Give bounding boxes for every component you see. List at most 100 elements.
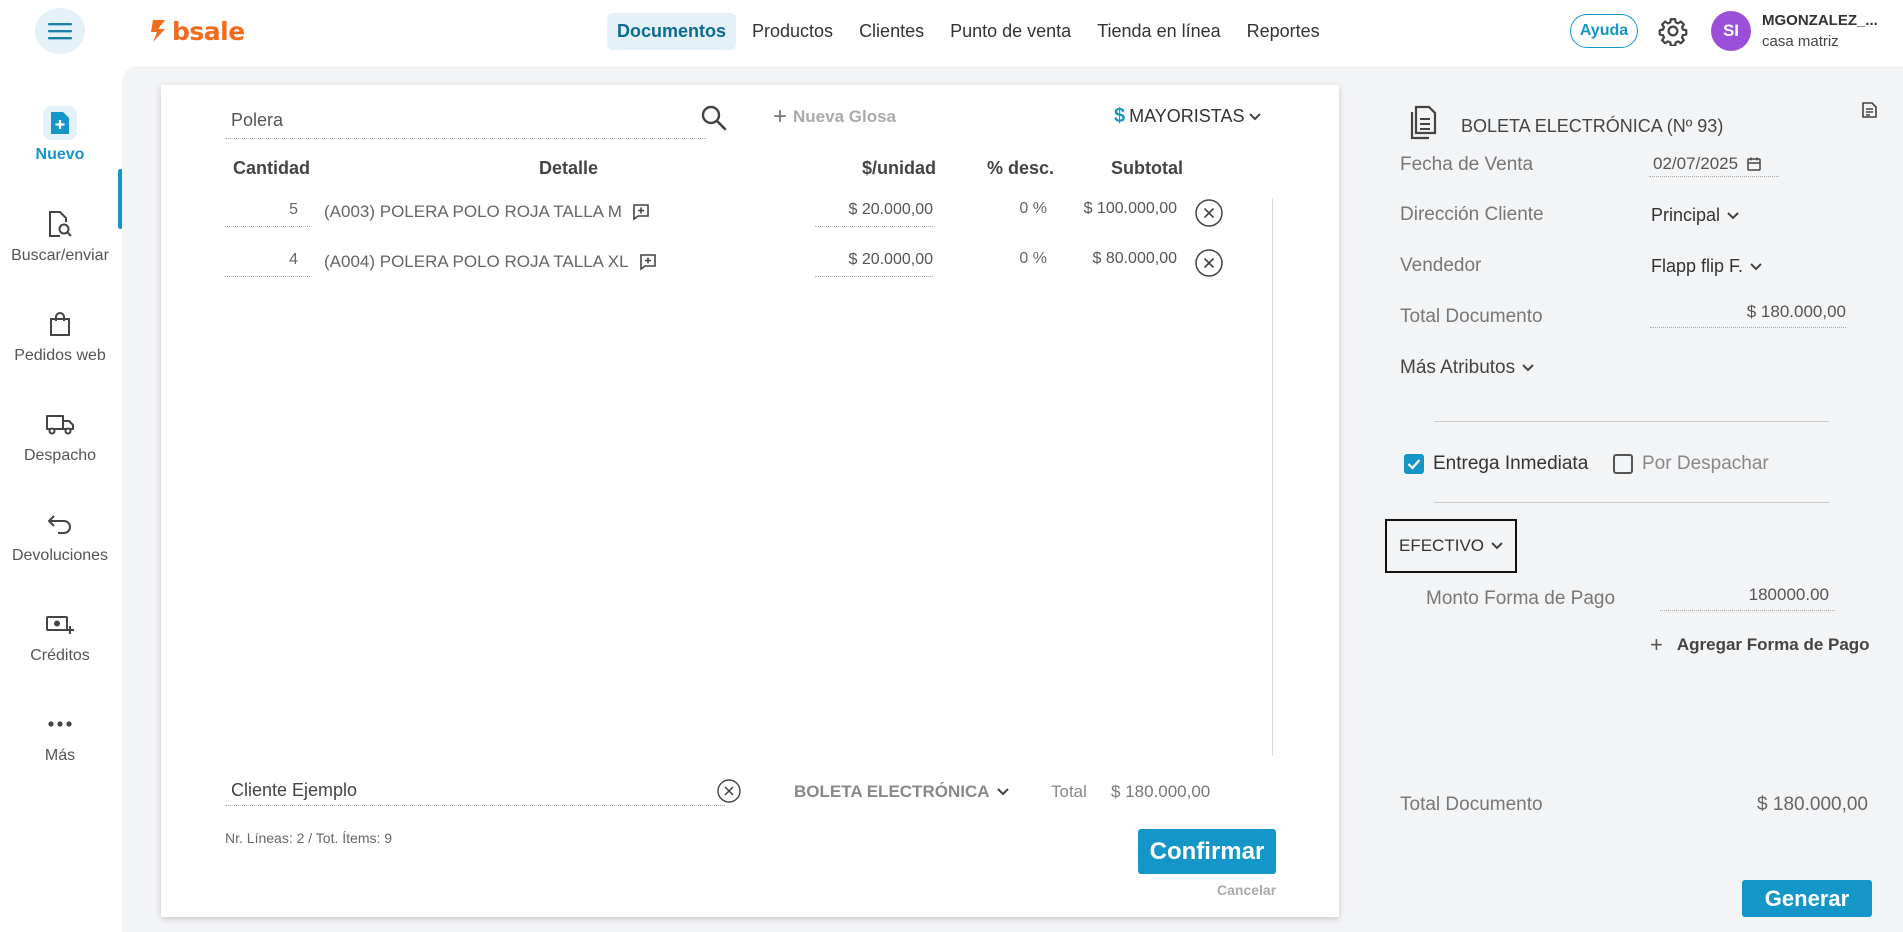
sidebar-item-pedidos-web[interactable]: Pedidos web: [0, 307, 120, 365]
sidebar-item-nuevo[interactable]: Nuevo: [0, 106, 120, 164]
document-editor: + Nueva Glosa $ MAYORISTAS Cantidad Deta…: [161, 85, 1339, 917]
side-icon-wrap: [43, 106, 77, 140]
side-icon-wrap: [43, 607, 77, 641]
column-header-unidad: $/unidad: [862, 158, 937, 178]
nav-clientes[interactable]: Clientes: [849, 13, 934, 50]
document-summary-panel: BOLETA ELECTRÓNICA (Nº 93) Fecha de Vent…: [1360, 85, 1903, 932]
total-label: Total: [1051, 782, 1087, 801]
bottom-total-value: $ 180.000,00: [1757, 794, 1868, 815]
por-despachar-label: Por Despachar: [1642, 453, 1769, 474]
sidebar-item-creditos[interactable]: Créditos: [0, 607, 120, 665]
user-name[interactable]: MGONZALEZ_...: [1762, 12, 1878, 29]
sidebar-item-label: Despacho: [23, 447, 97, 464]
payment-method-dropdown[interactable]: EFECTIVO: [1385, 519, 1517, 573]
cancel-link[interactable]: Cancelar: [1217, 882, 1276, 898]
add-payment-label: Agregar Forma de Pago: [1676, 635, 1870, 654]
row-detail-text: (A004) POLERA POLO ROJA TALLA XL: [324, 252, 629, 271]
add-comment-icon[interactable]: [632, 203, 650, 221]
direccion-cliente-value: Principal: [1651, 205, 1721, 225]
gear-icon[interactable]: [1658, 16, 1688, 46]
sidebar-item-label: Devoluciones: [11, 547, 109, 564]
user-avatar[interactable]: SI: [1711, 11, 1751, 51]
clear-client-icon[interactable]: [716, 778, 742, 804]
client-input[interactable]: [225, 776, 725, 806]
truck-icon: [46, 415, 74, 435]
documents-icon: [1410, 105, 1437, 140]
checkbox-checked-icon: [1404, 454, 1424, 474]
payment-method-label: EFECTIVO: [1399, 536, 1485, 555]
sidebar-item-label: Más: [44, 747, 76, 764]
nav-tienda-en-linea[interactable]: Tienda en línea: [1087, 13, 1230, 50]
nueva-glosa-button[interactable]: + Nueva Glosa: [773, 105, 896, 129]
nueva-glosa-label: Nueva Glosa: [793, 107, 897, 126]
monto-forma-pago-input[interactable]: 180000.00: [1660, 585, 1835, 611]
price-list-dropdown[interactable]: $ MAYORISTAS: [1114, 105, 1262, 128]
column-header-subtotal: Subtotal: [1111, 158, 1183, 178]
entrega-inmediata-label: Entrega Inmediata: [1433, 453, 1589, 474]
side-icon-wrap: [43, 207, 77, 241]
table-divider: [1272, 198, 1273, 756]
confirm-button[interactable]: Confirmar: [1138, 829, 1276, 874]
row-discount[interactable]: 0 %: [991, 200, 1047, 218]
sidebar: Nuevo Buscar/enviar Pedidos web Despacho…: [0, 62, 123, 932]
add-payment-method-button[interactable]: + Agregar Forma de Pago: [1650, 632, 1870, 658]
calendar-icon: [1747, 157, 1761, 171]
remove-row-icon[interactable]: [1194, 198, 1224, 228]
chevron-down-icon: [1491, 542, 1503, 550]
generar-button[interactable]: Generar: [1742, 880, 1872, 917]
row-unit-price-input[interactable]: $ 20.000,00: [815, 251, 933, 277]
help-button[interactable]: Ayuda: [1570, 14, 1638, 48]
product-search-input[interactable]: [225, 103, 707, 139]
bsale-logo[interactable]: bsale: [150, 14, 245, 48]
nav-punto-de-venta[interactable]: Punto de venta: [940, 13, 1081, 50]
sidebar-item-label: Nuevo: [35, 146, 85, 163]
row-detail: (A004) POLERA POLO ROJA TALLA XL: [324, 252, 657, 272]
row-unit-price-input[interactable]: $ 20.000,00: [815, 201, 933, 227]
vendedor-value: Flapp flip F.: [1651, 256, 1744, 276]
row-quantity-input[interactable]: 5: [225, 201, 310, 227]
mas-atributos-label: Más Atributos: [1400, 357, 1516, 378]
sidebar-item-label: Créditos: [30, 647, 90, 664]
hamburger-icon: [48, 23, 72, 40]
total-documento-field: $ 180.000,00: [1650, 302, 1846, 328]
entrega-inmediata-checkbox[interactable]: Entrega Inmediata: [1404, 453, 1588, 475]
sidebar-item-mas[interactable]: Más: [0, 707, 120, 765]
sidebar-item-label: Buscar/enviar: [11, 247, 109, 264]
row-discount[interactable]: 0 %: [991, 250, 1047, 268]
cash-plus-icon: [46, 616, 74, 634]
sidebar-item-buscar-enviar[interactable]: Buscar/enviar: [0, 207, 120, 265]
row-detail: (A003) POLERA POLO ROJA TALLA M: [324, 202, 650, 222]
more-dots-icon: [48, 721, 72, 727]
plus-icon: +: [1650, 632, 1663, 657]
fecha-venta-field[interactable]: 02/07/2025: [1649, 151, 1779, 177]
mas-atributos-toggle[interactable]: Más Atributos: [1400, 357, 1535, 379]
add-comment-icon[interactable]: [639, 253, 657, 271]
document-type-dropdown[interactable]: BOLETA ELECTRÓNICA: [794, 782, 1010, 802]
vendedor-dropdown[interactable]: Flapp flip F.: [1651, 256, 1763, 277]
direccion-cliente-dropdown[interactable]: Principal: [1651, 205, 1740, 226]
nav-documentos[interactable]: Documentos: [607, 12, 737, 50]
chevron-down-icon: [1750, 262, 1762, 270]
direccion-cliente-label: Dirección Cliente: [1400, 204, 1544, 225]
side-icon-wrap: [43, 707, 77, 741]
total-documento-label: Total Documento: [1400, 306, 1543, 327]
sidebar-item-despacho[interactable]: Despacho: [0, 407, 120, 465]
row-subtotal: $ 80.000,00: [1092, 250, 1177, 267]
vendedor-label: Vendedor: [1400, 255, 1482, 276]
sidebar-item-devoluciones[interactable]: Devoluciones: [0, 507, 120, 565]
user-branch: casa matriz: [1762, 33, 1839, 50]
edit-document-icon[interactable]: [1860, 100, 1880, 120]
monto-forma-pago-label: Monto Forma de Pago: [1426, 588, 1616, 609]
hamburger-menu-button[interactable]: [35, 8, 85, 54]
return-arrow-icon: [48, 515, 71, 534]
row-subtotal: $ 100.000,00: [1083, 200, 1177, 217]
search-icon[interactable]: [699, 103, 729, 133]
remove-row-icon[interactable]: [1194, 248, 1224, 278]
row-quantity-input[interactable]: 4: [225, 251, 310, 277]
new-document-icon: [51, 112, 69, 134]
nav-productos[interactable]: Productos: [742, 13, 843, 50]
por-despachar-checkbox[interactable]: Por Despachar: [1613, 453, 1769, 475]
fecha-venta-label: Fecha de Venta: [1400, 154, 1534, 175]
sidebar-item-label: Pedidos web: [14, 347, 106, 364]
nav-reportes[interactable]: Reportes: [1237, 13, 1330, 50]
